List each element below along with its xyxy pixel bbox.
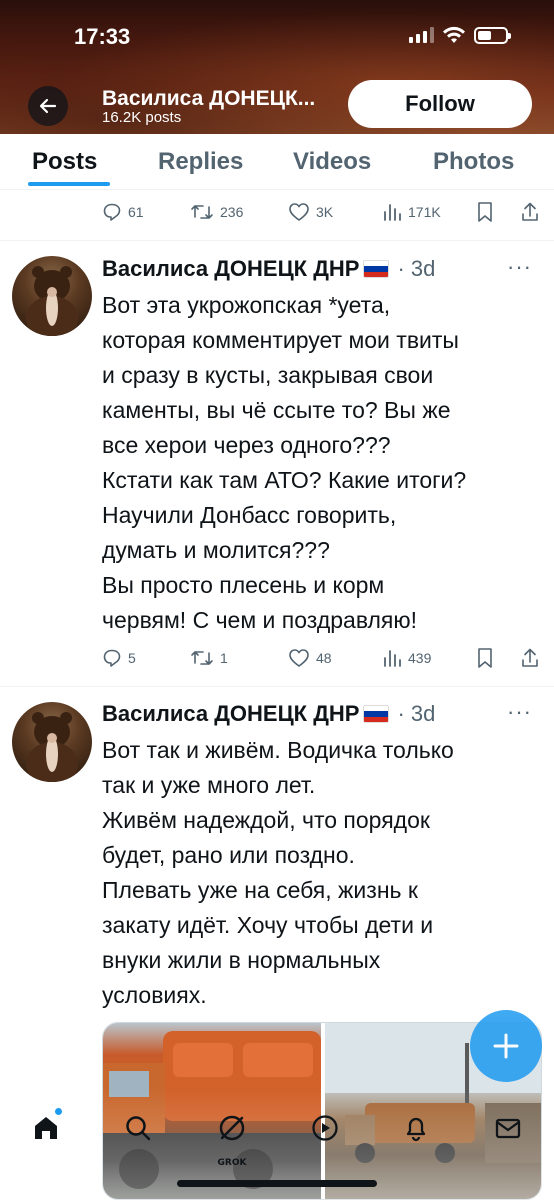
share-icon bbox=[522, 202, 538, 221]
back-arrow-icon bbox=[39, 98, 57, 114]
back-button[interactable] bbox=[28, 86, 68, 126]
status-icons bbox=[409, 26, 511, 44]
tweet-time[interactable]: · 3d bbox=[397, 256, 435, 282]
more-icon[interactable]: ··· bbox=[507, 254, 532, 280]
views-icon bbox=[384, 204, 401, 221]
repost-count: 236 bbox=[220, 204, 244, 220]
battery-icon bbox=[474, 26, 511, 44]
avatar-bear-image bbox=[26, 266, 78, 336]
posts-count: 16.2K posts bbox=[102, 109, 182, 126]
bookmark-button[interactable] bbox=[476, 197, 494, 227]
mail-icon bbox=[495, 1118, 521, 1139]
share-icon bbox=[522, 648, 538, 667]
tweet-author[interactable]: Василиса ДОНЕЦК ДНР bbox=[102, 701, 359, 727]
reply-count: 61 bbox=[128, 204, 144, 220]
tweet-text: Вот так и живём. Водичка только так и уж… bbox=[102, 737, 454, 1008]
views-button[interactable]: 171K bbox=[382, 197, 441, 227]
views-count: 171K bbox=[408, 204, 441, 220]
search-icon bbox=[126, 1116, 151, 1141]
profile-tabs: Posts Replies Videos Photos bbox=[0, 134, 554, 190]
tweet-text: Вот эта укрожопская *уета, которая комме… bbox=[102, 292, 467, 633]
tweet-divider bbox=[0, 240, 554, 241]
tweet-time[interactable]: · 3d bbox=[397, 701, 435, 727]
russian-flag-icon bbox=[363, 260, 390, 278]
status-time: 17:33 bbox=[74, 24, 131, 49]
views-button[interactable]: 439 bbox=[382, 643, 431, 673]
avatar[interactable] bbox=[12, 702, 92, 782]
tab-videos[interactable]: Videos bbox=[293, 148, 371, 176]
play-icon bbox=[312, 1115, 338, 1141]
nav-notifications[interactable] bbox=[396, 1108, 436, 1148]
grok-label: GROK bbox=[217, 1158, 247, 1168]
repost-button[interactable]: 1 bbox=[190, 643, 228, 673]
reply-button[interactable]: 5 bbox=[102, 643, 136, 673]
views-icon bbox=[384, 650, 401, 667]
russian-flag-icon bbox=[363, 705, 390, 723]
tweet-time-value: 3d bbox=[410, 701, 436, 726]
profile-name: Василиса ДОНЕЦК... bbox=[102, 87, 316, 110]
tab-replies[interactable]: Replies bbox=[158, 148, 243, 176]
like-button[interactable]: 48 bbox=[288, 643, 332, 673]
bookmark-button[interactable] bbox=[476, 643, 494, 673]
profile-header-banner: 17:33 Василиса ДОНЕЦК... 16.2K posts Fol… bbox=[0, 0, 554, 134]
prev-tweet-actions: 61 236 3K 171K bbox=[102, 197, 542, 227]
reply-icon bbox=[103, 649, 121, 667]
tweet-author[interactable]: Василиса ДОНЕЦК ДНР bbox=[102, 256, 359, 282]
nav-messages[interactable] bbox=[488, 1108, 528, 1148]
share-button[interactable] bbox=[520, 643, 540, 673]
repost-button[interactable]: 236 bbox=[190, 197, 243, 227]
cellular-signal-icon bbox=[409, 27, 434, 43]
nav-video[interactable] bbox=[305, 1108, 345, 1148]
compose-button[interactable] bbox=[470, 1010, 542, 1082]
wifi-icon bbox=[443, 26, 465, 43]
tweet-time-value: 3d bbox=[410, 256, 436, 281]
tweet-header: Василиса ДОНЕЦК ДНР · 3d bbox=[102, 252, 435, 286]
active-tab-indicator bbox=[28, 182, 110, 186]
grok-icon bbox=[219, 1115, 245, 1141]
notification-dot bbox=[55, 1108, 62, 1115]
tab-posts[interactable]: Posts bbox=[32, 148, 97, 176]
home-indicator bbox=[177, 1180, 377, 1187]
avatar-bear-image bbox=[26, 712, 78, 782]
views-count: 439 bbox=[408, 650, 432, 666]
nav-grok[interactable]: GROK bbox=[212, 1108, 252, 1168]
follow-button[interactable]: Follow bbox=[348, 80, 532, 128]
like-icon bbox=[289, 649, 309, 667]
like-count: 48 bbox=[316, 650, 332, 666]
compose-plus-icon bbox=[493, 1033, 519, 1059]
bookmark-icon bbox=[478, 202, 492, 222]
more-icon[interactable]: ··· bbox=[507, 699, 532, 725]
tweet-header: Василиса ДОНЕЦК ДНР · 3d bbox=[102, 697, 435, 731]
bookmark-icon bbox=[478, 648, 492, 668]
bell-icon bbox=[406, 1117, 426, 1142]
like-icon bbox=[289, 203, 309, 221]
tweet-divider bbox=[0, 686, 554, 687]
tweet-actions: 5 1 48 439 bbox=[102, 643, 542, 673]
reply-button[interactable]: 61 bbox=[102, 197, 144, 227]
nav-search[interactable] bbox=[118, 1108, 158, 1148]
avatar[interactable] bbox=[12, 256, 92, 336]
tab-photos[interactable]: Photos bbox=[433, 148, 514, 176]
repost-icon bbox=[191, 651, 213, 665]
share-button[interactable] bbox=[520, 197, 540, 227]
home-icon bbox=[35, 1117, 57, 1139]
nav-home[interactable] bbox=[26, 1108, 66, 1148]
reply-count: 5 bbox=[128, 650, 136, 666]
like-count: 3K bbox=[316, 204, 334, 220]
reply-icon bbox=[103, 203, 121, 221]
repost-icon bbox=[191, 205, 213, 219]
repost-count: 1 bbox=[220, 650, 228, 666]
like-button[interactable]: 3K bbox=[288, 197, 333, 227]
